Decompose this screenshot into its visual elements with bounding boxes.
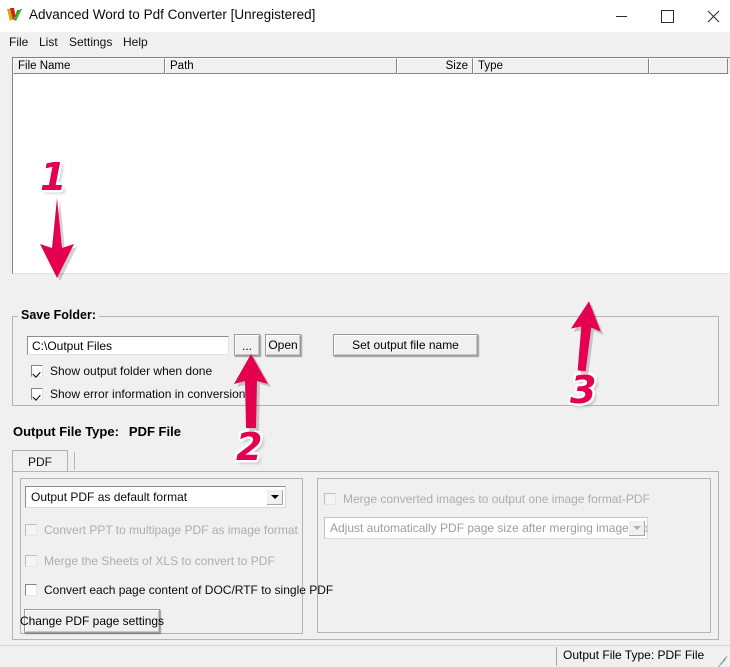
save-folder-group-title: Save Folder: [18, 308, 100, 322]
settings-tab-strip: PDF [12, 450, 719, 472]
menu-bar: File List Settings Help [0, 32, 730, 52]
column-header-path[interactable]: Path [165, 58, 397, 74]
column-header-file-name[interactable]: File Name [13, 58, 165, 74]
pdf-format-select[interactable]: Output PDF as default format [25, 486, 286, 508]
adjust-page-size-selected-value: Adjust automatically PDF page size after… [330, 521, 648, 535]
set-output-file-name-button[interactable]: Set output file name [333, 334, 478, 356]
file-actions-toolbar: Add File Add Folder Add URL Remove File … [0, 276, 730, 581]
chevron-down-icon [628, 520, 645, 536]
show-output-folder-label: Show output folder when done [50, 364, 213, 378]
tab-strip-divider [74, 452, 75, 470]
resize-grip-icon[interactable] [714, 652, 728, 667]
menu-item-settings[interactable]: Settings [66, 34, 115, 50]
output-file-type-value: PDF File [128, 424, 181, 439]
merge-xls-checkbox: Merge the Sheets of XLS to convert to PD… [25, 554, 275, 568]
checkbox-checked-icon [31, 365, 43, 377]
checkbox-checked-icon [31, 388, 43, 400]
change-pdf-page-settings-button[interactable]: Change PDF page settings [20, 609, 164, 633]
checkbox-unchecked-icon [324, 493, 336, 505]
convert-doc-rtf-checkbox[interactable]: Convert each page content of DOC/RTF to … [25, 583, 333, 597]
close-button[interactable] [690, 0, 730, 32]
menu-item-help[interactable]: Help [120, 34, 151, 50]
menu-item-file[interactable]: File [6, 34, 31, 50]
title-bar: Advanced Word to Pdf Converter [Unregist… [0, 0, 730, 33]
minimize-button[interactable] [598, 0, 644, 32]
window-title: Advanced Word to Pdf Converter [Unregist… [29, 7, 316, 22]
column-header-size[interactable]: Size [397, 58, 473, 74]
show-error-info-checkbox[interactable]: Show error information in conversion [31, 387, 245, 401]
show-output-folder-checkbox[interactable]: Show output folder when done [31, 364, 212, 378]
checkbox-unchecked-icon [25, 584, 37, 596]
status-output-file-type: Output File Type: PDF File [556, 647, 724, 666]
output-file-type-label: Output File Type: [13, 424, 119, 439]
column-header-type[interactable]: Type [473, 58, 649, 74]
application-window: Advanced Word to Pdf Converter [Unregist… [0, 0, 730, 667]
minimize-icon [615, 15, 627, 17]
annotation-number-1: 1 [40, 155, 67, 199]
file-list-body[interactable] [13, 74, 730, 272]
app-logo-icon [7, 8, 22, 21]
close-icon [707, 10, 719, 22]
show-error-info-label: Show error information in conversion [50, 387, 246, 401]
annotation-arrow-2 [234, 354, 271, 431]
maximize-icon [660, 9, 674, 23]
annotation-number-3: 3 [570, 368, 597, 412]
merge-xls-label: Merge the Sheets of XLS to convert to PD… [44, 554, 275, 568]
menu-item-list[interactable]: List [36, 34, 61, 50]
chevron-down-icon[interactable] [266, 489, 283, 505]
annotation-arrow-3 [571, 301, 604, 375]
convert-doc-rtf-label: Convert each page content of DOC/RTF to … [44, 583, 334, 597]
convert-ppt-label: Convert PPT to multipage PDF as image fo… [44, 523, 298, 537]
checkbox-unchecked-icon [25, 555, 37, 567]
merge-images-label: Merge converted images to output one ima… [343, 492, 650, 506]
checkbox-unchecked-icon [25, 524, 37, 536]
maximize-button[interactable] [644, 0, 690, 32]
convert-ppt-checkbox: Convert PPT to multipage PDF as image fo… [25, 523, 298, 537]
annotation-arrow-1 [40, 198, 77, 281]
output-file-type-heading: Output File Type: PDF File [13, 424, 181, 439]
save-folder-path-input[interactable]: C:\Output Files [27, 336, 229, 355]
annotation-number-2: 2 [236, 425, 263, 469]
pdf-format-selected-value: Output PDF as default format [31, 490, 188, 504]
file-list-view[interactable]: File Name Path Size Type [12, 57, 730, 274]
status-bar: Output File Type: PDF File [0, 645, 730, 667]
tab-pdf[interactable]: PDF [12, 450, 68, 472]
file-list-header: File Name Path Size Type [13, 58, 730, 74]
adjust-page-size-select: Adjust automatically PDF page size after… [324, 517, 648, 539]
column-header-extra[interactable] [649, 58, 728, 74]
merge-images-checkbox: Merge converted images to output one ima… [324, 492, 650, 506]
